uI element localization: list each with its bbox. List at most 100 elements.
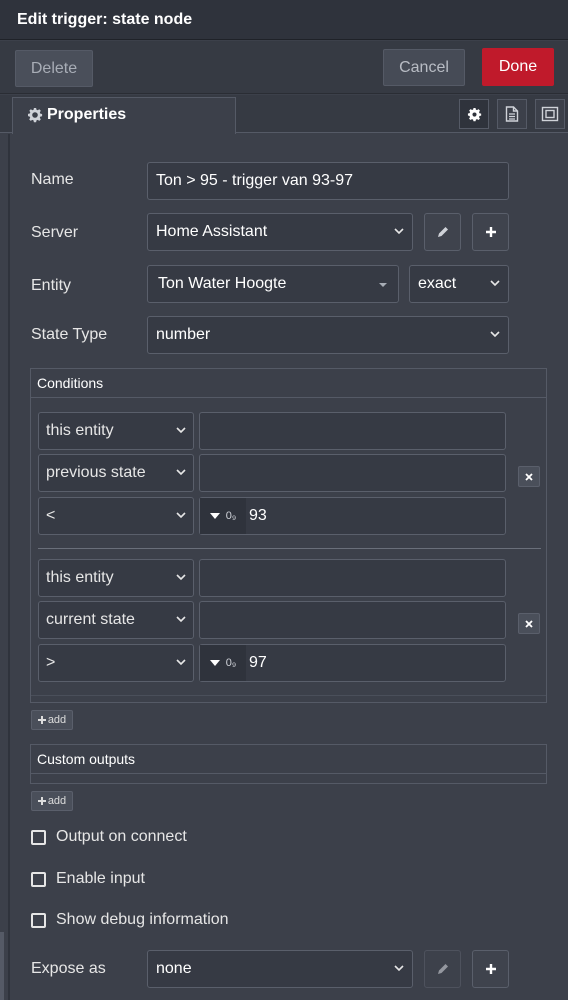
condition-1-comparator-select[interactable]: < <box>38 497 194 535</box>
pencil-icon <box>437 964 448 974</box>
show-debug-label: Show debug information <box>56 911 229 928</box>
add-custom-output-button[interactable]: add <box>31 791 73 811</box>
custom-outputs-legend: Custom outputs <box>37 751 136 767</box>
condition-1-property-select[interactable]: this entity <box>38 412 194 450</box>
show-debug-checkbox[interactable] <box>31 913 46 928</box>
chevron-down-icon <box>394 965 404 972</box>
frame-icon <box>541 106 559 122</box>
name-label: Name <box>31 171 74 188</box>
state-type-select[interactable]: number <box>147 316 509 354</box>
chevron-down-icon <box>176 574 186 581</box>
custom-outputs-divider <box>31 773 546 774</box>
caret-down-icon <box>209 513 220 519</box>
name-input[interactable]: Ton > 95 - trigger van 93-97 <box>147 162 509 200</box>
enable-input-label: Enable input <box>56 870 145 887</box>
chevron-down-icon <box>176 469 186 476</box>
entity-match-value: exact <box>418 275 457 292</box>
close-icon <box>525 472 533 481</box>
add-condition-label: add <box>47 714 67 726</box>
entity-label: Entity <box>31 277 72 294</box>
edit-server-button[interactable] <box>424 213 461 251</box>
tab-description-button[interactable] <box>497 99 527 129</box>
condition-1-property-input[interactable] <box>199 412 506 450</box>
cancel-button[interactable]: Cancel <box>383 49 465 86</box>
add-condition-button[interactable]: add <box>31 710 73 730</box>
condition-2-state-input[interactable] <box>199 601 506 639</box>
server-value: Home Assistant <box>156 223 268 240</box>
gear-icon <box>467 107 481 121</box>
output-on-connect-label: Output on connect <box>56 828 187 845</box>
condition-2-state-select[interactable]: current state <box>38 601 194 639</box>
condition-separator <box>38 548 541 549</box>
number-type-icon: 0₉ <box>225 657 237 669</box>
document-icon <box>505 106 519 122</box>
add-custom-output-label: add <box>47 795 67 807</box>
condition-2-property-select[interactable]: this entity <box>38 559 194 597</box>
add-expose-button[interactable] <box>472 950 509 988</box>
plus-icon <box>37 797 46 805</box>
close-icon <box>525 619 533 628</box>
condition-1-value-input[interactable]: 0₉ 93 <box>199 497 506 535</box>
gear-icon <box>28 108 43 123</box>
tab-settings-button[interactable] <box>459 99 489 129</box>
condition-1-comparator-value: < <box>46 507 56 524</box>
state-type-value: number <box>156 326 211 343</box>
chevron-down-icon <box>490 280 500 287</box>
pencil-icon <box>437 227 448 237</box>
condition-2-property-input[interactable] <box>199 559 506 597</box>
condition-2-comparator-select[interactable]: > <box>38 644 194 682</box>
entity-match-select[interactable]: exact <box>409 265 509 303</box>
expose-as-value: none <box>156 960 192 977</box>
plus-icon <box>485 964 496 974</box>
chevron-down-icon <box>176 512 186 519</box>
number-type-icon: 0₉ <box>225 510 237 522</box>
conditions-legend-divider <box>31 397 546 398</box>
condition-1-state-select[interactable]: previous state <box>38 454 194 492</box>
chevron-down-icon <box>490 331 500 338</box>
tab-properties-label: Properties <box>47 106 127 123</box>
conditions-legend: Conditions <box>37 375 104 391</box>
condition-2-state-value: current state <box>46 611 135 628</box>
condition-2-property-value: this entity <box>46 569 114 586</box>
expose-as-label: Expose as <box>31 960 106 977</box>
condition-2-type-button[interactable]: 0₉ <box>200 645 246 681</box>
chevron-down-icon <box>394 228 404 235</box>
tab-properties[interactable]: Properties <box>12 97 236 134</box>
tray-header: Edit trigger: state node <box>0 0 568 40</box>
scroll-indicator <box>0 932 4 1000</box>
chevron-down-icon <box>176 427 186 434</box>
condition-1-type-button[interactable]: 0₉ <box>200 498 246 534</box>
condition-1-property-value: this entity <box>46 422 114 439</box>
server-label: Server <box>31 224 79 241</box>
enable-input-checkbox[interactable] <box>31 872 46 887</box>
condition-1-state-input[interactable] <box>199 454 506 492</box>
tab-appearance-button[interactable] <box>535 99 565 129</box>
edit-expose-button[interactable] <box>424 950 461 988</box>
left-border <box>8 134 10 1000</box>
entity-select[interactable]: Ton Water Hoogte <box>147 265 399 303</box>
delete-button[interactable]: Delete <box>15 50 93 87</box>
chevron-down-icon <box>176 616 186 623</box>
remove-condition-1-button[interactable] <box>518 466 540 487</box>
remove-condition-2-button[interactable] <box>518 613 540 634</box>
output-on-connect-checkbox[interactable] <box>31 830 46 845</box>
caret-down-icon <box>379 283 387 287</box>
page-title: Edit trigger: state node <box>17 11 193 28</box>
condition-2-comparator-value: > <box>46 654 56 671</box>
custom-outputs-panel: Custom outputs <box>30 744 547 784</box>
entity-value: Ton Water Hoogte <box>158 275 287 292</box>
plus-icon <box>37 716 46 724</box>
done-button[interactable]: Done <box>482 48 554 86</box>
condition-1-value: 93 <box>249 507 267 524</box>
server-select[interactable]: Home Assistant <box>147 213 413 251</box>
plus-icon <box>485 227 496 237</box>
condition-2-value: 97 <box>249 654 267 671</box>
condition-1-state-value: previous state <box>46 464 146 481</box>
add-server-button[interactable] <box>472 213 509 251</box>
condition-2-value-input[interactable]: 0₉ 97 <box>199 644 506 682</box>
conditions-footer-divider <box>31 695 546 696</box>
chevron-down-icon <box>176 659 186 666</box>
expose-as-select[interactable]: none <box>147 950 413 988</box>
state-type-label: State Type <box>31 326 108 343</box>
caret-down-icon <box>209 660 220 666</box>
